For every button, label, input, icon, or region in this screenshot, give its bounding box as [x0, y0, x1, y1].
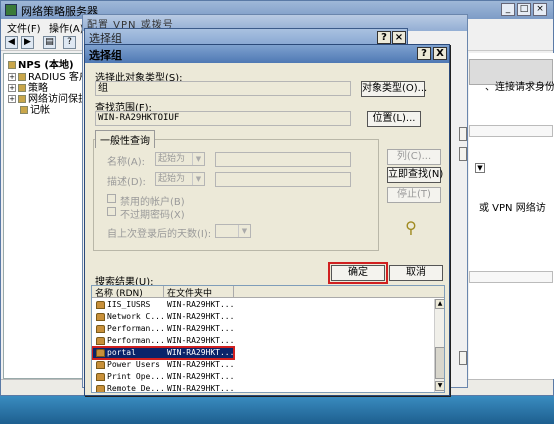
description-input[interactable]: [215, 172, 351, 187]
results-scrollbar[interactable]: ▲ ▼: [434, 299, 444, 392]
name-mode-select[interactable]: 起始为: [155, 152, 205, 166]
tree-item-accounting[interactable]: 记帐: [18, 101, 50, 116]
table-row[interactable]: Remote De... WIN-RA29HKT...: [92, 383, 432, 393]
row-name: Power Users: [107, 360, 160, 369]
table-row[interactable]: IIS_IUSRS WIN-RA29HKT...: [92, 299, 432, 311]
menu-file[interactable]: 文件(F): [7, 20, 41, 35]
row-name: IIS_IUSRS: [107, 300, 151, 309]
scroll-up-icon[interactable]: ▲: [435, 299, 444, 309]
details-pane: 、连接请求身份 ▼ 或 VPN 网络访: [469, 53, 554, 379]
details-row-2: [469, 271, 553, 283]
accounting-icon: [20, 106, 28, 114]
table-row[interactable]: portal WIN-RA29HKT...: [92, 346, 235, 360]
location-field: WIN-RA29HKTOIUF: [95, 111, 351, 126]
vpn-bottom-button[interactable]: [459, 351, 467, 365]
forward-icon[interactable]: ▶: [21, 36, 34, 49]
close-button[interactable]: ×: [533, 3, 547, 16]
table-row[interactable]: Print Ope... WIN-RA29HKT...: [92, 371, 432, 383]
non-expiring-password-label: 不过期密码(X): [120, 210, 185, 221]
outer-title-bar: 选择组 ? ×: [85, 29, 407, 45]
group-icon: [96, 301, 105, 309]
find-now-button[interactable]: 立即查找(N): [387, 167, 443, 183]
row-name: Print Ope...: [107, 372, 165, 381]
row-name: Remote De...: [107, 384, 165, 393]
row-folder: WIN-RA29HKT...: [167, 384, 235, 393]
dialog-title: 选择组: [89, 49, 122, 62]
group-icon: [96, 313, 105, 321]
disabled-accounts-checkbox[interactable]: [107, 194, 116, 203]
row-name: Network C...: [107, 312, 165, 321]
stop-button[interactable]: 停止(T): [387, 187, 441, 203]
dialog-title-bar: 选择组 ? X: [85, 45, 449, 63]
vpn-side-button[interactable]: [459, 127, 467, 141]
name-input[interactable]: [215, 152, 351, 167]
outer-close-button[interactable]: ×: [392, 31, 406, 44]
group-icon: [96, 373, 105, 381]
row-folder: WIN-RA29HKT...: [167, 372, 235, 381]
group-icon: [96, 385, 105, 392]
group-icon: [96, 325, 105, 333]
table-row[interactable]: Power Users WIN-RA29HKT...: [92, 359, 432, 371]
table-row[interactable]: Performan... WIN-RA29HKT...: [92, 335, 432, 347]
group-icon: [96, 337, 105, 345]
days-since-logon-select[interactable]: [215, 224, 251, 238]
group-icon: [96, 361, 105, 369]
non-expiring-password-checkbox[interactable]: [107, 207, 116, 216]
dropdown-icon[interactable]: ▼: [475, 163, 485, 173]
details-text-2: 或 VPN 网络访: [479, 203, 546, 214]
vpn-side-button-2[interactable]: [459, 147, 467, 161]
results-header: 名称 (RDN) 在文件夹中: [92, 286, 444, 299]
outer-help-button[interactable]: ?: [377, 31, 391, 44]
nps-app-icon: [5, 4, 17, 16]
console-tree: NPS (本地) + RADIUS 客户 + 策略 + 网络访问保护 记帐: [3, 53, 89, 379]
close-button[interactable]: X: [433, 47, 447, 60]
row-folder: WIN-RA29HKT...: [167, 324, 235, 333]
column-header-name[interactable]: 名称 (RDN): [92, 286, 164, 299]
select-group-dialog: 选择组 ? X 选择此对象类型(S): 组 对象类型(O)... 查找范围(F)…: [84, 44, 450, 396]
scroll-down-icon[interactable]: ▼: [435, 381, 444, 391]
row-name: Performan...: [107, 324, 165, 333]
tab-common-queries[interactable]: 一般性查询: [95, 130, 155, 148]
object-types-button[interactable]: 对象类型(O)...: [361, 81, 427, 97]
search-results-list: 名称 (RDN) 在文件夹中 IIS_IUSRS WIN-RA29HKT... Ne…: [91, 285, 445, 393]
row-folder: WIN-RA29HKT...: [167, 336, 235, 345]
row-folder: WIN-RA29HKT...: [167, 360, 235, 369]
name-label: 名称(A):: [107, 157, 146, 168]
description-mode-select[interactable]: 起始为: [155, 172, 205, 186]
group-icon: [96, 349, 105, 357]
row-folder: WIN-RA29HKT...: [167, 348, 235, 357]
help-button[interactable]: ?: [417, 47, 431, 60]
columns-button[interactable]: 列(C)...: [387, 149, 441, 165]
ok-button[interactable]: 确定: [328, 262, 388, 284]
row-folder: WIN-RA29HKT...: [167, 300, 235, 309]
maximize-button[interactable]: □: [517, 3, 531, 16]
row-name: Performan...: [107, 336, 165, 345]
menu-action[interactable]: 操作(A): [49, 20, 84, 35]
column-header-folder[interactable]: 在文件夹中: [164, 286, 234, 299]
description-label: 描述(D):: [107, 177, 146, 188]
cancel-button[interactable]: 取消: [389, 265, 443, 281]
table-row[interactable]: Performan... WIN-RA29HKT...: [92, 323, 432, 335]
search-magnifier-icon: ⚲: [405, 218, 417, 237]
back-icon[interactable]: ◀: [5, 36, 18, 49]
row-folder: WIN-RA29HKT...: [167, 312, 235, 321]
locations-button[interactable]: 位置(L)...: [367, 111, 421, 127]
expand-icon[interactable]: +: [8, 95, 16, 103]
minimize-button[interactable]: _: [501, 3, 515, 16]
days-since-logon-label: 自上次登录后的天数(I):: [107, 229, 212, 240]
scroll-thumb[interactable]: [435, 347, 444, 379]
row-name: portal: [107, 348, 136, 357]
details-text-1: 、连接请求身份: [485, 82, 554, 93]
show-hide-tree-icon[interactable]: ▤: [43, 36, 56, 49]
table-row[interactable]: Network C... WIN-RA29HKT...: [92, 311, 432, 323]
object-type-field: 组: [95, 81, 351, 96]
taskbar: [0, 396, 554, 424]
help-icon[interactable]: ?: [63, 36, 76, 49]
details-row: [469, 125, 553, 137]
